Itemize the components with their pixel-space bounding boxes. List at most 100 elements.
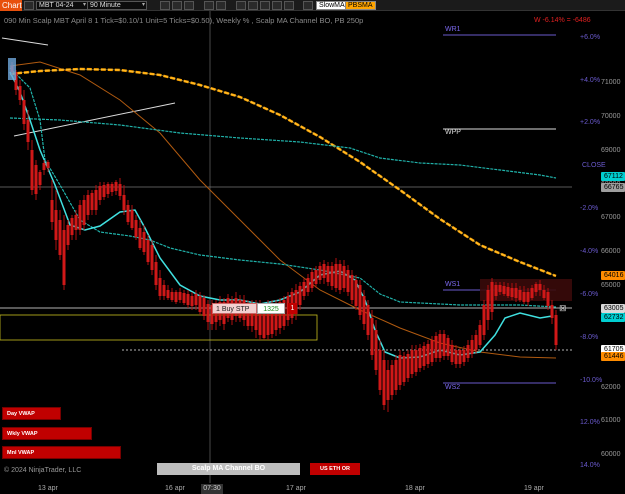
toolbar-button-7[interactable] bbox=[248, 1, 258, 10]
indicator-slowma-button[interactable]: SlowMA bbox=[316, 1, 348, 10]
toolbar-button-4[interactable] bbox=[204, 1, 214, 10]
candle-body bbox=[82, 200, 86, 225]
candle-body bbox=[182, 293, 186, 303]
percent-axis-label: 14.0% bbox=[580, 462, 600, 469]
candle-body bbox=[62, 230, 66, 285]
date-label: 18 apr bbox=[405, 485, 425, 492]
candle-body bbox=[410, 350, 414, 374]
interval-select-value: 90 Minute bbox=[90, 2, 121, 9]
wkly-vwap-button[interactable]: Wkly VWAP bbox=[2, 427, 92, 440]
toolbar-button-10[interactable] bbox=[284, 1, 294, 10]
candle-body bbox=[514, 288, 518, 298]
candle-body bbox=[102, 185, 106, 197]
candle-body bbox=[110, 184, 114, 192]
scalp-ma-channel-button[interactable]: Scalp MA Channel BO bbox=[157, 463, 300, 475]
candle-body bbox=[542, 290, 546, 298]
candle-body bbox=[350, 275, 354, 300]
toolbar-button-8[interactable] bbox=[260, 1, 270, 10]
channel-upper-line bbox=[9, 117, 557, 179]
candle-body bbox=[322, 264, 326, 278]
level-label-ws1: WS1 bbox=[445, 281, 461, 288]
candle-body bbox=[446, 338, 450, 356]
candle-body bbox=[426, 344, 430, 364]
candle-body bbox=[526, 292, 530, 302]
candle-body bbox=[530, 288, 534, 298]
candle-body bbox=[318, 266, 322, 280]
candle-body bbox=[398, 355, 402, 385]
candle-body bbox=[406, 354, 410, 378]
price-tag: 66765 bbox=[601, 183, 625, 192]
candle-body bbox=[186, 294, 190, 305]
candle-highlight bbox=[8, 58, 16, 80]
toolbar-button-2[interactable] bbox=[172, 1, 182, 10]
candle-body bbox=[198, 296, 202, 312]
candle-body bbox=[486, 290, 490, 320]
candle-body bbox=[330, 266, 334, 286]
candle-body bbox=[354, 280, 358, 306]
candle-body bbox=[490, 282, 494, 312]
candle-body bbox=[206, 304, 210, 322]
indicator-pbsma-button[interactable]: PBSMA bbox=[345, 1, 376, 10]
candle-body bbox=[194, 294, 198, 305]
candle-body bbox=[126, 205, 130, 222]
us-eth-or-button[interactable]: US ETH OR bbox=[310, 463, 360, 475]
toolbar-button-11[interactable] bbox=[303, 1, 313, 10]
instrument-picker-button[interactable] bbox=[24, 1, 34, 10]
candle-body bbox=[414, 350, 418, 372]
candle-body bbox=[130, 210, 134, 228]
toolbar-button-5[interactable] bbox=[216, 1, 226, 10]
price-axis-label: 71000 bbox=[601, 79, 621, 86]
candle-body bbox=[94, 190, 98, 210]
price-axis-label: 67000 bbox=[601, 214, 621, 221]
candle-body bbox=[30, 150, 34, 190]
candle-body bbox=[202, 298, 206, 316]
candle-body bbox=[18, 86, 22, 100]
candle-body bbox=[506, 287, 510, 296]
candle-body bbox=[142, 232, 146, 252]
toolbar-button-9[interactable] bbox=[272, 1, 282, 10]
percent-axis-label: +6.0% bbox=[580, 34, 601, 41]
price-tag: 67112 bbox=[601, 172, 625, 181]
candle-body bbox=[438, 334, 442, 358]
price-axis-label: 69000 bbox=[601, 147, 621, 154]
instrument-select[interactable]: MBT 04-24 ▾ bbox=[36, 1, 88, 10]
candle-body bbox=[66, 225, 70, 245]
candle-body bbox=[114, 182, 118, 191]
candle-body bbox=[150, 245, 154, 270]
toolbar-button-6[interactable] bbox=[236, 1, 246, 10]
chart-canvas[interactable] bbox=[0, 11, 572, 483]
price-chart[interactable] bbox=[0, 11, 572, 483]
candle-body bbox=[466, 345, 470, 358]
candle-body bbox=[478, 325, 482, 345]
candle-body bbox=[338, 264, 342, 290]
interval-select[interactable]: 90 Minute ▾ bbox=[87, 1, 147, 10]
candle-body bbox=[302, 282, 306, 296]
order-label[interactable]: 1 Buy STP bbox=[212, 303, 257, 314]
day-vwap-button[interactable]: Day VWAP bbox=[2, 407, 61, 420]
chart-tab[interactable]: Chart bbox=[0, 0, 22, 11]
candle-body bbox=[442, 334, 446, 356]
price-tag: 63005 bbox=[601, 304, 625, 313]
chart-subtitle: 090 Min Scalp MBT April 8 1 Tick=$0.10/1… bbox=[4, 16, 364, 25]
level-label-ws2: WS2 bbox=[445, 384, 461, 391]
price-tag: 64016 bbox=[601, 271, 625, 280]
close-x-icon[interactable]: ⊠ bbox=[559, 303, 567, 314]
percent-axis-label: +2.0% bbox=[580, 119, 601, 126]
supply-zone bbox=[480, 279, 572, 301]
slow-moving-average-highlight bbox=[9, 68, 557, 277]
candle-body bbox=[54, 210, 58, 240]
order-close-button[interactable]: 1 bbox=[288, 303, 297, 314]
candle-body bbox=[310, 272, 314, 288]
candle-body bbox=[550, 305, 554, 318]
order-quantity[interactable]: 1325 bbox=[257, 303, 285, 314]
toolbar-button-1[interactable] bbox=[160, 1, 170, 10]
candle-body bbox=[374, 330, 378, 370]
mnl-vwap-button[interactable]: Mnl VWAP bbox=[2, 446, 121, 459]
toolbar-button-3[interactable] bbox=[184, 1, 194, 10]
candle-body bbox=[122, 195, 126, 210]
slow-moving-average bbox=[9, 67, 557, 278]
candle-body bbox=[546, 292, 550, 306]
candle-body bbox=[166, 290, 170, 298]
candle-body bbox=[158, 278, 162, 296]
candle-body bbox=[510, 288, 514, 297]
